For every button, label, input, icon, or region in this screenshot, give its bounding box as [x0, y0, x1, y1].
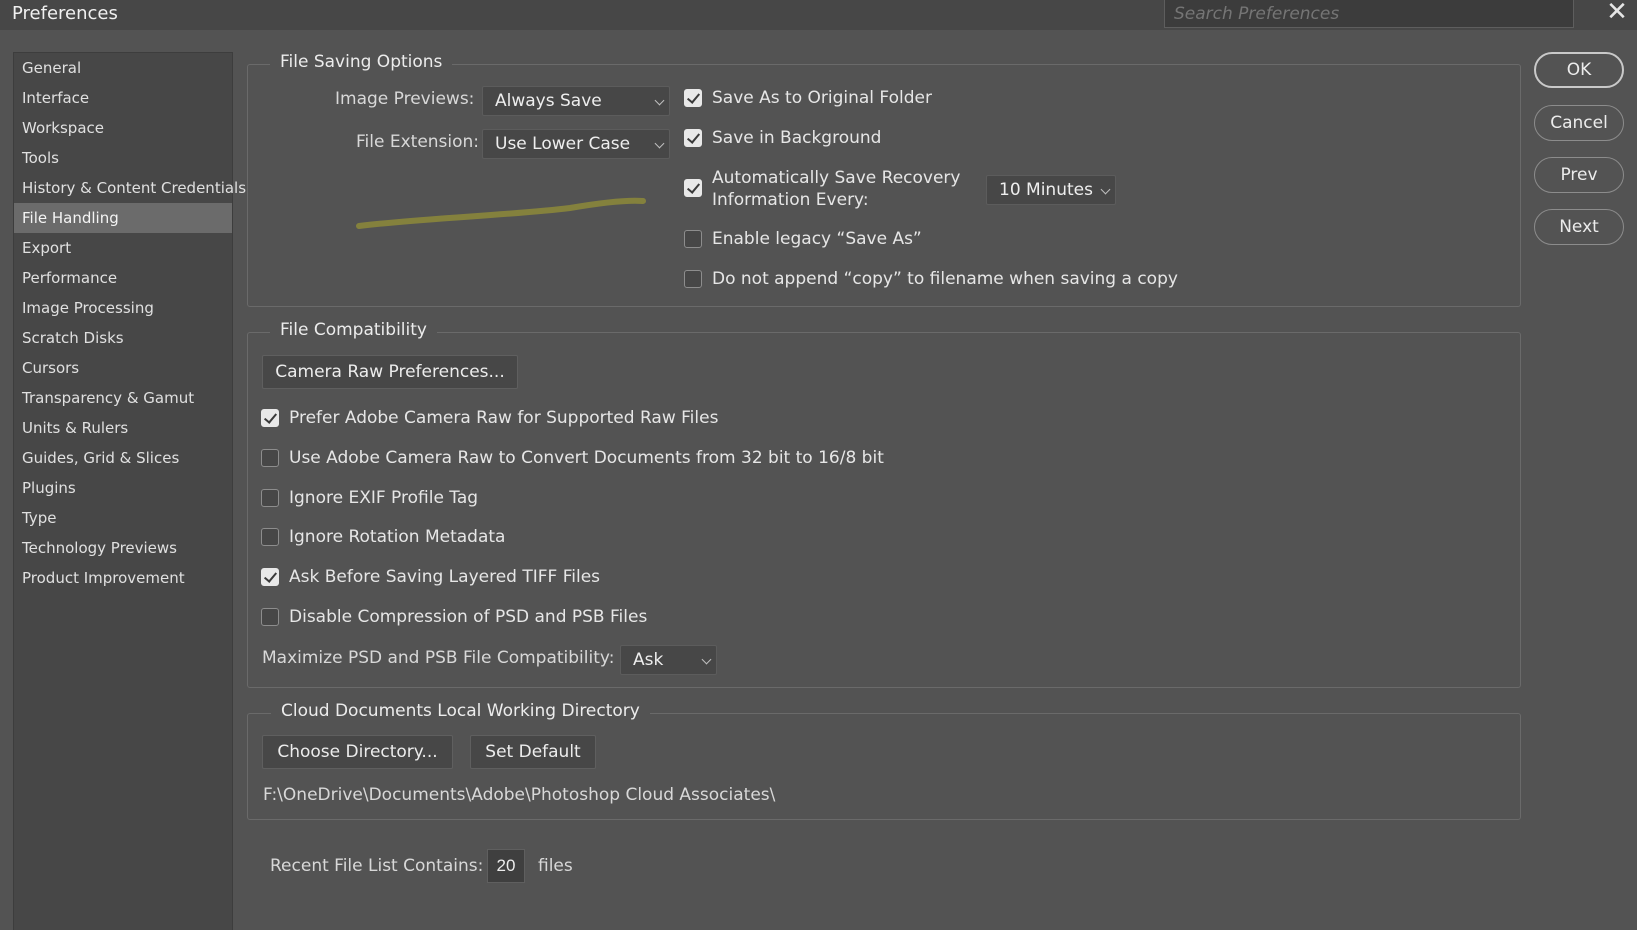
- highlighter-stroke: [356, 197, 646, 229]
- chevron-down-icon: [701, 654, 712, 665]
- sidebar-item-technology-previews[interactable]: Technology Previews: [14, 533, 232, 563]
- legacy-save-as-label: Enable legacy “Save As”: [712, 229, 922, 249]
- no-copy-append-label: Do not append “copy” to filename when sa…: [712, 269, 1178, 289]
- maximize-compat-select[interactable]: Ask: [620, 645, 717, 675]
- auto-save-interval-select[interactable]: 10 Minutes: [986, 175, 1116, 205]
- sidebar-item-general[interactable]: General: [14, 53, 232, 83]
- maximize-compat-value: Ask: [633, 650, 664, 670]
- checkbox-box: [261, 528, 279, 546]
- choose-directory-button[interactable]: Choose Directory...: [262, 735, 453, 769]
- file-extension-select[interactable]: Use Lower Case: [482, 129, 670, 159]
- checkbox-box: [684, 270, 702, 288]
- checkbox-box: [261, 608, 279, 626]
- checkbox-box: [261, 449, 279, 467]
- checkbox-box: [261, 568, 279, 586]
- save-in-background-label: Save in Background: [712, 128, 882, 148]
- recent-files-label: Recent File List Contains:: [270, 856, 484, 876]
- save-as-original-label: Save As to Original Folder: [712, 88, 932, 108]
- checkbox-box: [684, 230, 702, 248]
- sidebar-item-cursors[interactable]: Cursors: [14, 353, 232, 383]
- sidebar-item-image-processing[interactable]: Image Processing: [14, 293, 232, 323]
- recent-files-suffix: files: [538, 856, 573, 876]
- auto-save-label-line1: Automatically Save Recovery: [712, 168, 961, 188]
- chevron-down-icon: [1100, 184, 1111, 195]
- compat-option-label: Ask Before Saving Layered TIFF Files: [289, 567, 601, 587]
- sidebar-item-scratch-disks[interactable]: Scratch Disks: [14, 323, 232, 353]
- image-previews-select[interactable]: Always Save: [482, 86, 670, 116]
- prev-button[interactable]: Prev: [1534, 157, 1624, 193]
- ok-button[interactable]: OK: [1534, 52, 1624, 88]
- close-icon[interactable]: ✕: [1603, 0, 1631, 26]
- sidebar-item-workspace[interactable]: Workspace: [14, 113, 232, 143]
- checkbox-box: [261, 489, 279, 507]
- auto-save-label: Automatically Save Recovery Information …: [712, 167, 960, 211]
- file-saving-title: File Saving Options: [270, 52, 453, 72]
- cloud-docs-path: F:\OneDrive\Documents\Adobe\Photoshop Cl…: [263, 785, 776, 805]
- sidebar-item-guides-grid-slices[interactable]: Guides, Grid & Slices: [14, 443, 232, 473]
- sidebar-item-product-improvement[interactable]: Product Improvement: [14, 563, 232, 593]
- set-default-button[interactable]: Set Default: [470, 735, 596, 769]
- next-button[interactable]: Next: [1534, 209, 1624, 245]
- checkbox-box: [684, 129, 702, 147]
- sidebar-item-export[interactable]: Export: [14, 233, 232, 263]
- compat-option-label: Ignore EXIF Profile Tag: [289, 488, 479, 508]
- sidebar-item-tools[interactable]: Tools: [14, 143, 232, 173]
- checkbox-box: [684, 179, 702, 197]
- camera-raw-preferences-button[interactable]: Camera Raw Preferences...: [262, 355, 518, 389]
- compat-option-label: Ignore Rotation Metadata: [289, 527, 506, 547]
- compat-option-label: Disable Compression of PSD and PSB Files: [289, 607, 648, 627]
- chevron-down-icon: [654, 138, 665, 149]
- sidebar-item-interface[interactable]: Interface: [14, 83, 232, 113]
- recent-files-input[interactable]: [487, 849, 525, 883]
- auto-save-interval-value: 10 Minutes: [999, 180, 1093, 200]
- checkbox-box: [684, 89, 702, 107]
- title-bar: Preferences ✕: [0, 0, 1637, 30]
- chevron-down-icon: [654, 95, 665, 106]
- file-compat-title: File Compatibility: [270, 320, 437, 340]
- compat-option-label: Prefer Adobe Camera Raw for Supported Ra…: [289, 408, 719, 428]
- file-extension-label: File Extension:: [356, 132, 480, 152]
- cancel-button[interactable]: Cancel: [1534, 105, 1624, 141]
- sidebar: General Interface Workspace Tools History & …: [13, 52, 246, 930]
- image-previews-label: Image Previews:: [335, 89, 475, 109]
- sidebar-item-transparency-gamut[interactable]: Transparency & Gamut: [14, 383, 232, 413]
- maximize-compat-label: Maximize PSD and PSB File Compatibility:: [262, 648, 615, 668]
- sidebar-item-history-content-credentials[interactable]: History & Content Credentials: [14, 173, 246, 203]
- image-previews-value: Always Save: [495, 91, 602, 111]
- compat-option-label: Use Adobe Camera Raw to Convert Document…: [289, 448, 884, 468]
- search-input[interactable]: [1164, 0, 1574, 28]
- sidebar-item-units-rulers[interactable]: Units & Rulers: [14, 413, 232, 443]
- cloud-docs-title: Cloud Documents Local Working Directory: [271, 701, 650, 721]
- checkbox-box: [261, 409, 279, 427]
- sidebar-item-file-handling[interactable]: File Handling: [14, 203, 232, 233]
- sidebar-item-performance[interactable]: Performance: [14, 263, 232, 293]
- sidebar-item-plugins[interactable]: Plugins: [14, 473, 232, 503]
- auto-save-label-line2: Information Every:: [712, 190, 869, 210]
- file-extension-value: Use Lower Case: [495, 134, 631, 154]
- sidebar-item-type[interactable]: Type: [14, 503, 232, 533]
- window-title: Preferences: [12, 3, 118, 24]
